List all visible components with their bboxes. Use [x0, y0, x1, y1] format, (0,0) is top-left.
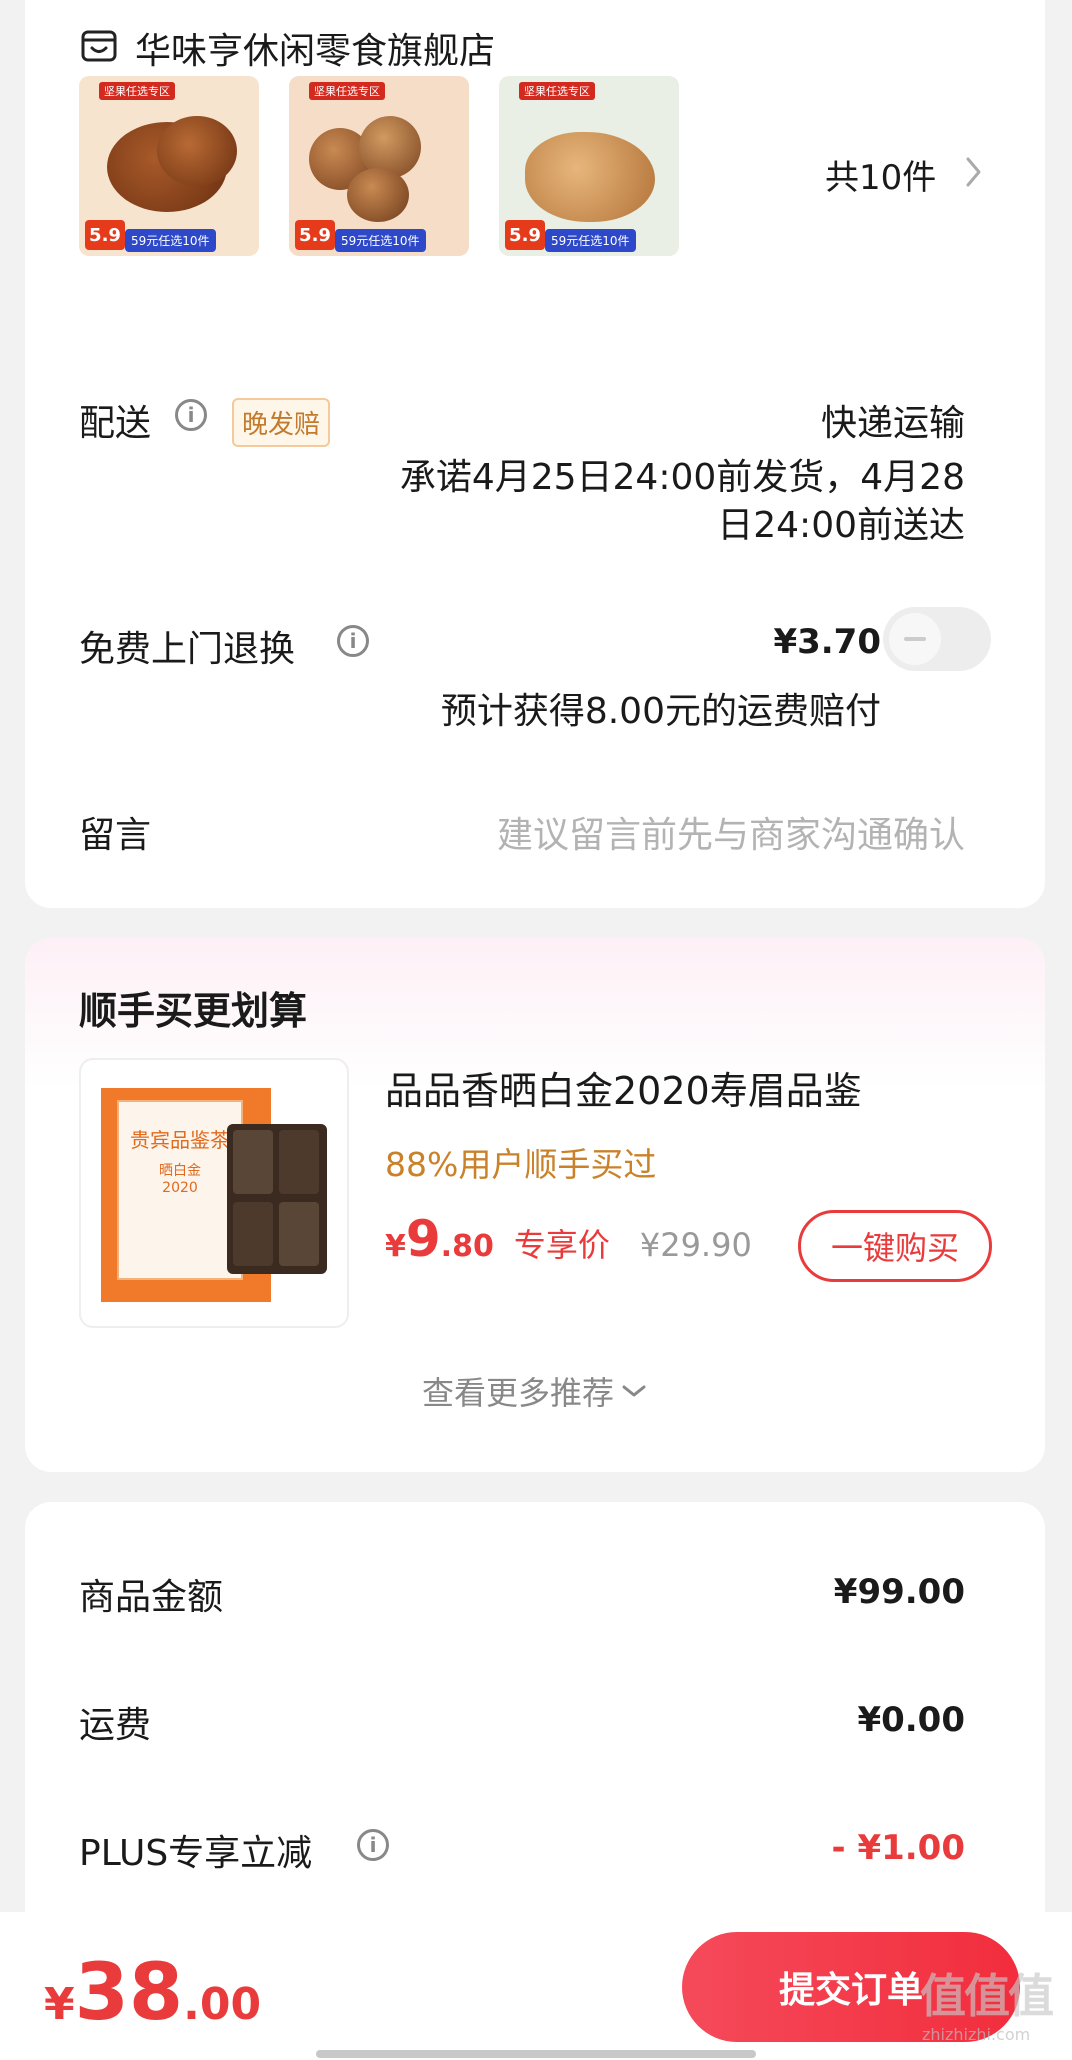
product-thumbnail[interactable]: 坚果任选专区 5.9 59元任选10件	[499, 76, 679, 256]
shipping-value: ¥0.00	[857, 1700, 965, 1740]
thumbnail-price: 5.9	[505, 220, 545, 250]
total-currency: ¥	[44, 1979, 75, 2030]
home-indicator[interactable]	[316, 2050, 756, 2058]
thumbnail-promo: 59元任选10件	[545, 229, 636, 252]
late-delivery-tag: 晚发赔	[232, 398, 331, 447]
one-click-buy-button[interactable]: 一键购买	[798, 1210, 992, 1282]
message-label: 留言	[79, 815, 152, 856]
shipping-label: 运费	[79, 1705, 152, 1746]
plus-info-icon[interactable]: i	[357, 1829, 389, 1861]
goods-amount-label: 商品金额	[79, 1577, 224, 1618]
order-card: 华味亨休闲零食旗舰店 坚果任选专区 5.9 59元任选10件 坚果任选专区 5.…	[25, 0, 1045, 908]
price-integer: 9	[405, 1210, 441, 1268]
plus-discount-label: PLUS专享立减	[79, 1833, 313, 1874]
free-return-toggle[interactable]	[883, 607, 991, 671]
item-count[interactable]: 共10件	[825, 150, 936, 199]
thumbnail-label: 坚果任选专区	[99, 82, 175, 100]
plus-discount-value: - ¥1.00	[831, 1828, 966, 1868]
package-text: 贵宾品鉴茶	[130, 1128, 230, 1152]
thumbnail-price: 5.9	[295, 220, 335, 250]
addon-social-proof: 88%用户顺手买过	[385, 1145, 657, 1184]
price-decimal: .80	[440, 1229, 494, 1264]
addon-title: 顺手买更划算	[79, 989, 308, 1033]
total-decimal: .00	[183, 1979, 262, 2030]
price-tag: 专享价	[513, 1226, 610, 1264]
product-thumbnail[interactable]: 坚果任选专区 5.9 59元任选10件	[79, 76, 259, 256]
delivery-promise: 日24:00前送达	[717, 505, 965, 546]
more-recommendations-label: 查看更多推荐	[421, 1374, 614, 1412]
thumbnail-price: 5.9	[85, 220, 125, 250]
thumbnail-promo: 59元任选10件	[125, 229, 216, 252]
message-input[interactable]: 建议留言前先与商家沟通确认	[405, 806, 965, 858]
addon-product-name[interactable]: 品品香晒白金2020寿眉品鉴	[385, 1060, 862, 1115]
watermark-url: zhizhizhi.com	[922, 2025, 1031, 2044]
return-info-icon[interactable]: i	[337, 625, 369, 657]
addon-card: 顺手买更划算 贵宾品鉴茶 晒白金 2020 品品香晒白金2020寿眉品鉴 88%…	[25, 938, 1045, 1472]
thumbnail-promo: 59元任选10件	[335, 229, 426, 252]
addon-product-image[interactable]: 贵宾品鉴茶 晒白金 2020	[79, 1058, 349, 1328]
goods-amount-value: ¥99.00	[833, 1572, 965, 1612]
more-recommendations-link[interactable]: 查看更多推荐	[25, 1368, 1045, 1414]
currency-symbol: ¥	[385, 1229, 406, 1264]
delivery-label: 配送	[79, 403, 152, 444]
addon-price: ¥ 9 .80 专享价 ¥29.90	[385, 1210, 752, 1282]
chevron-right-icon[interactable]	[963, 154, 985, 190]
delivery-info-icon[interactable]: i	[175, 399, 207, 431]
free-return-label: 免费上门退换	[79, 629, 296, 670]
chevron-down-icon	[622, 1385, 646, 1397]
package-year: 2020	[162, 1180, 198, 1196]
product-thumbnail[interactable]: 坚果任选专区 5.9 59元任选10件	[289, 76, 469, 256]
thumbnail-label: 坚果任选专区	[519, 82, 595, 100]
delivery-promise: 承诺4月25日24:00前发货，4月28	[399, 457, 965, 498]
original-price: ¥29.90	[639, 1226, 752, 1264]
package-subtext: 晒白金	[159, 1163, 201, 1179]
return-price: ¥3.70	[773, 622, 881, 662]
total-integer: 38	[74, 1948, 184, 2038]
total-price: ¥ 38 .00	[44, 1948, 261, 2038]
return-note: 预计获得8.00元的运费赔付	[440, 691, 881, 732]
watermark: 值值值	[920, 1969, 1054, 2023]
delivery-method[interactable]: 快递运输	[785, 394, 965, 446]
store-icon	[81, 30, 117, 62]
store-name[interactable]: 华味亨休闲零食旗舰店	[135, 22, 495, 74]
thumbnail-label: 坚果任选专区	[309, 82, 385, 100]
